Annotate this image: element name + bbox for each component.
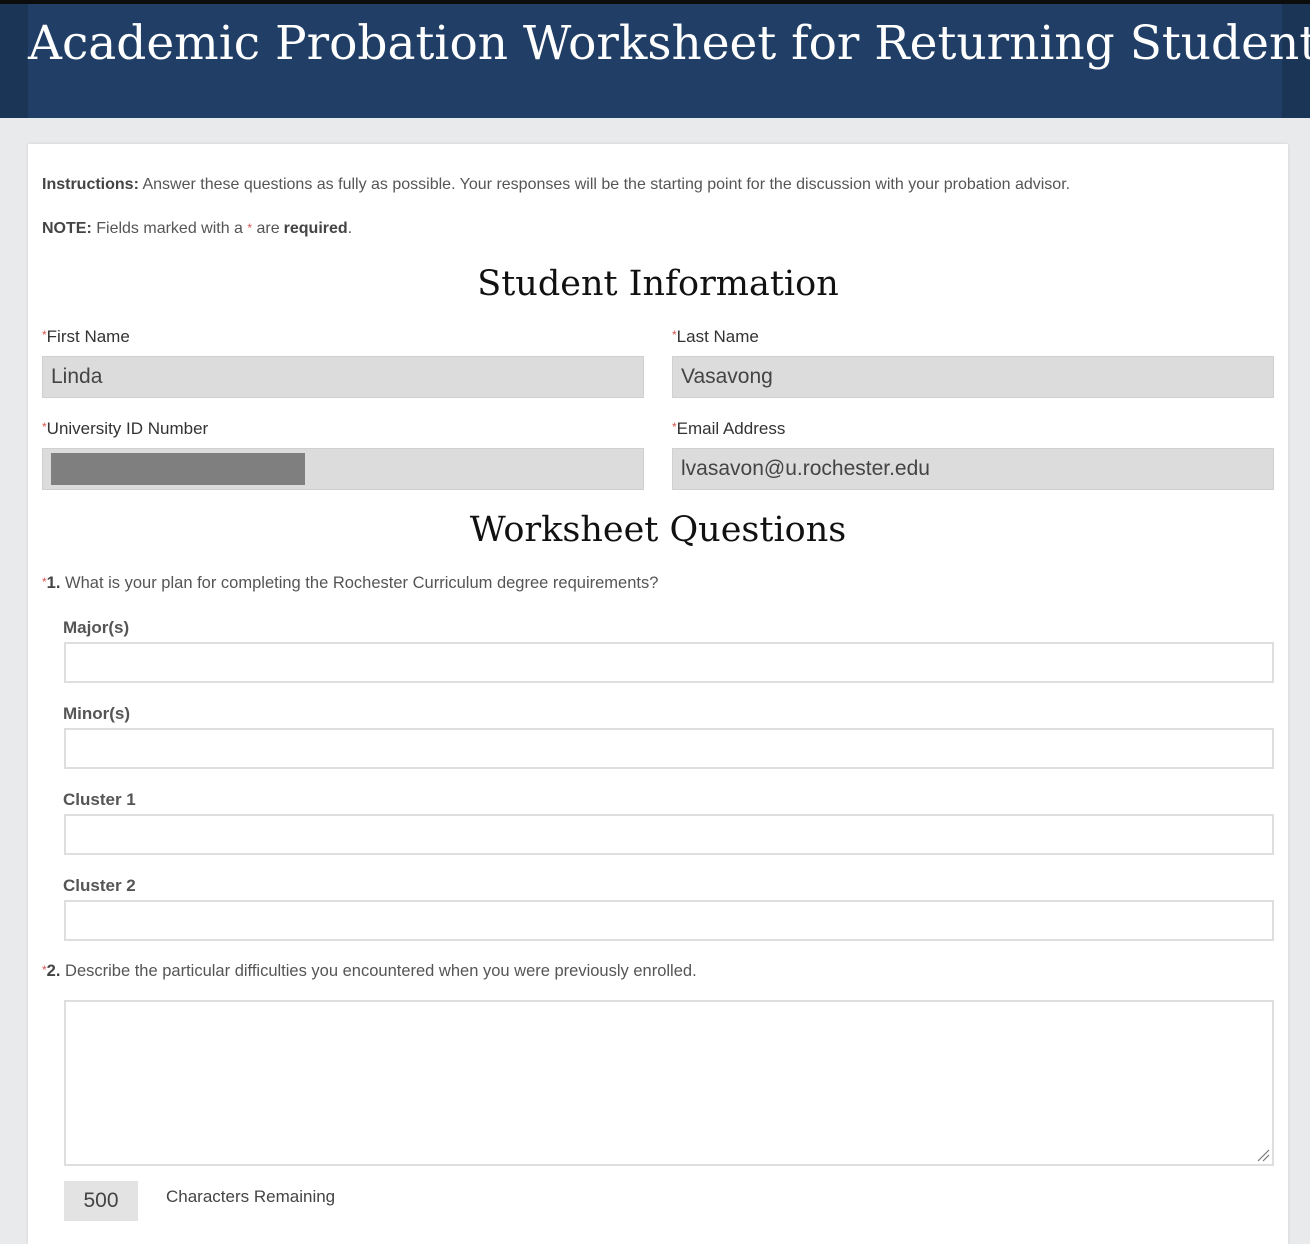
- cluster-2-label: Cluster 2: [63, 876, 136, 895]
- university-id-label: *University ID Number: [42, 419, 208, 439]
- cluster-2-input[interactable]: [64, 900, 1274, 941]
- email-label: *Email Address: [672, 419, 785, 439]
- note-text: Fields marked with a: [96, 220, 243, 237]
- question-2: *2. Describe the particular difficulties…: [42, 962, 697, 981]
- characters-remaining-label: Characters Remaining: [166, 1187, 336, 1206]
- instructions-text: Answer these questions as fully as possi…: [142, 176, 1071, 193]
- note-required-emphasis: required: [283, 220, 348, 237]
- question-1-number: 1.: [46, 574, 61, 592]
- resize-grip-icon[interactable]: [1256, 1148, 1270, 1162]
- cluster-1-label: Cluster 1: [63, 790, 136, 809]
- majors-label: Major(s): [63, 618, 130, 637]
- minors-input[interactable]: [64, 728, 1274, 769]
- required-star: *: [672, 328, 677, 342]
- first-name-field[interactable]: Linda: [42, 356, 644, 398]
- last-name-label-text: Last Name: [676, 327, 759, 346]
- cluster-1-input[interactable]: [64, 814, 1274, 855]
- question-2-number: 2.: [46, 962, 61, 980]
- question-1-text: What is your plan for completing the Roc…: [65, 574, 659, 592]
- difficulties-textarea[interactable]: [64, 1000, 1274, 1166]
- required-star: *: [42, 575, 47, 589]
- university-id-field[interactable]: [42, 448, 644, 490]
- redaction-block: [51, 453, 305, 485]
- form-card: Instructions: Answer these questions as …: [28, 144, 1288, 1244]
- university-id-label-text: University ID Number: [46, 419, 209, 438]
- question-2-text: Describe the particular difficulties you…: [65, 962, 697, 980]
- email-field[interactable]: lvasavon@u.rochester.edu: [672, 448, 1274, 490]
- page-title: Academic Probation Worksheet for Returni…: [28, 16, 1310, 71]
- student-information-heading: Student Information: [477, 264, 839, 304]
- required-star: *: [42, 328, 47, 342]
- note-label: NOTE:: [42, 220, 92, 237]
- required-star: *: [672, 420, 677, 434]
- required-star: *: [42, 420, 47, 434]
- first-name-label: *First Name: [42, 327, 130, 347]
- required-star: *: [247, 221, 253, 235]
- note-period: .: [347, 220, 353, 237]
- required-star: *: [42, 963, 47, 977]
- question-1: *1. What is your plan for completing the…: [42, 574, 658, 593]
- note-text-middle: are: [256, 220, 280, 237]
- majors-input[interactable]: [64, 642, 1274, 683]
- email-label-text: Email Address: [676, 419, 786, 438]
- required-note: NOTE: Fields marked with a * are required…: [42, 220, 352, 238]
- minors-label: Minor(s): [63, 704, 131, 723]
- instructions: Instructions: Answer these questions as …: [42, 176, 1070, 194]
- worksheet-questions-heading: Worksheet Questions: [469, 510, 847, 550]
- last-name-label: *Last Name: [672, 327, 759, 347]
- characters-remaining-counter: 500: [64, 1181, 138, 1221]
- first-name-label-text: First Name: [46, 327, 130, 346]
- instructions-label: Instructions:: [42, 176, 139, 193]
- banner-edge-left: [0, 4, 28, 118]
- last-name-field[interactable]: Vasavong: [672, 356, 1274, 398]
